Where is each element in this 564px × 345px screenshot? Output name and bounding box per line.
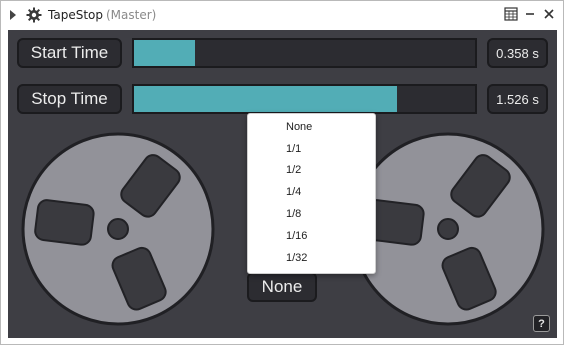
expand-arrow-icon[interactable]	[10, 10, 16, 20]
stop-time-label: Stop Time	[17, 84, 122, 114]
dropdown-option[interactable]: 1/4	[286, 186, 301, 198]
window-title: TapeStop (Master)	[48, 8, 156, 22]
close-icon[interactable]	[541, 6, 557, 22]
help-button[interactable]: ?	[533, 315, 550, 332]
dropdown-option[interactable]: 1/32	[286, 252, 307, 264]
dropdown-option[interactable]: 1/16	[286, 230, 307, 242]
left-tape-reel	[21, 132, 215, 326]
start-time-label: Start Time	[17, 38, 122, 68]
title-bar: TapeStop (Master)	[1, 1, 563, 29]
sync-dropdown-menu: None 1/1 1/2 1/4 1/8 1/16 1/32	[247, 113, 376, 274]
start-time-fill	[134, 40, 196, 66]
stop-time-slider[interactable]	[132, 84, 477, 114]
window-title-text: TapeStop	[48, 8, 103, 22]
window-subtitle: (Master)	[105, 8, 157, 22]
dropdown-option[interactable]: 1/2	[286, 164, 301, 176]
dropdown-option[interactable]: None	[286, 121, 312, 133]
gear-icon[interactable]	[26, 7, 42, 23]
right-tape-reel	[351, 132, 545, 326]
start-time-value[interactable]: 0.358 s	[487, 38, 548, 68]
dropdown-option[interactable]: 1/8	[286, 208, 301, 220]
grid-view-icon[interactable]	[503, 6, 519, 22]
start-time-slider[interactable]	[132, 38, 477, 68]
dropdown-option[interactable]: 1/1	[286, 143, 301, 155]
stop-time-fill	[134, 86, 397, 112]
sync-select-button[interactable]: None	[247, 272, 317, 302]
stop-time-value[interactable]: 1.526 s	[487, 84, 548, 114]
minimize-icon[interactable]	[522, 6, 538, 22]
